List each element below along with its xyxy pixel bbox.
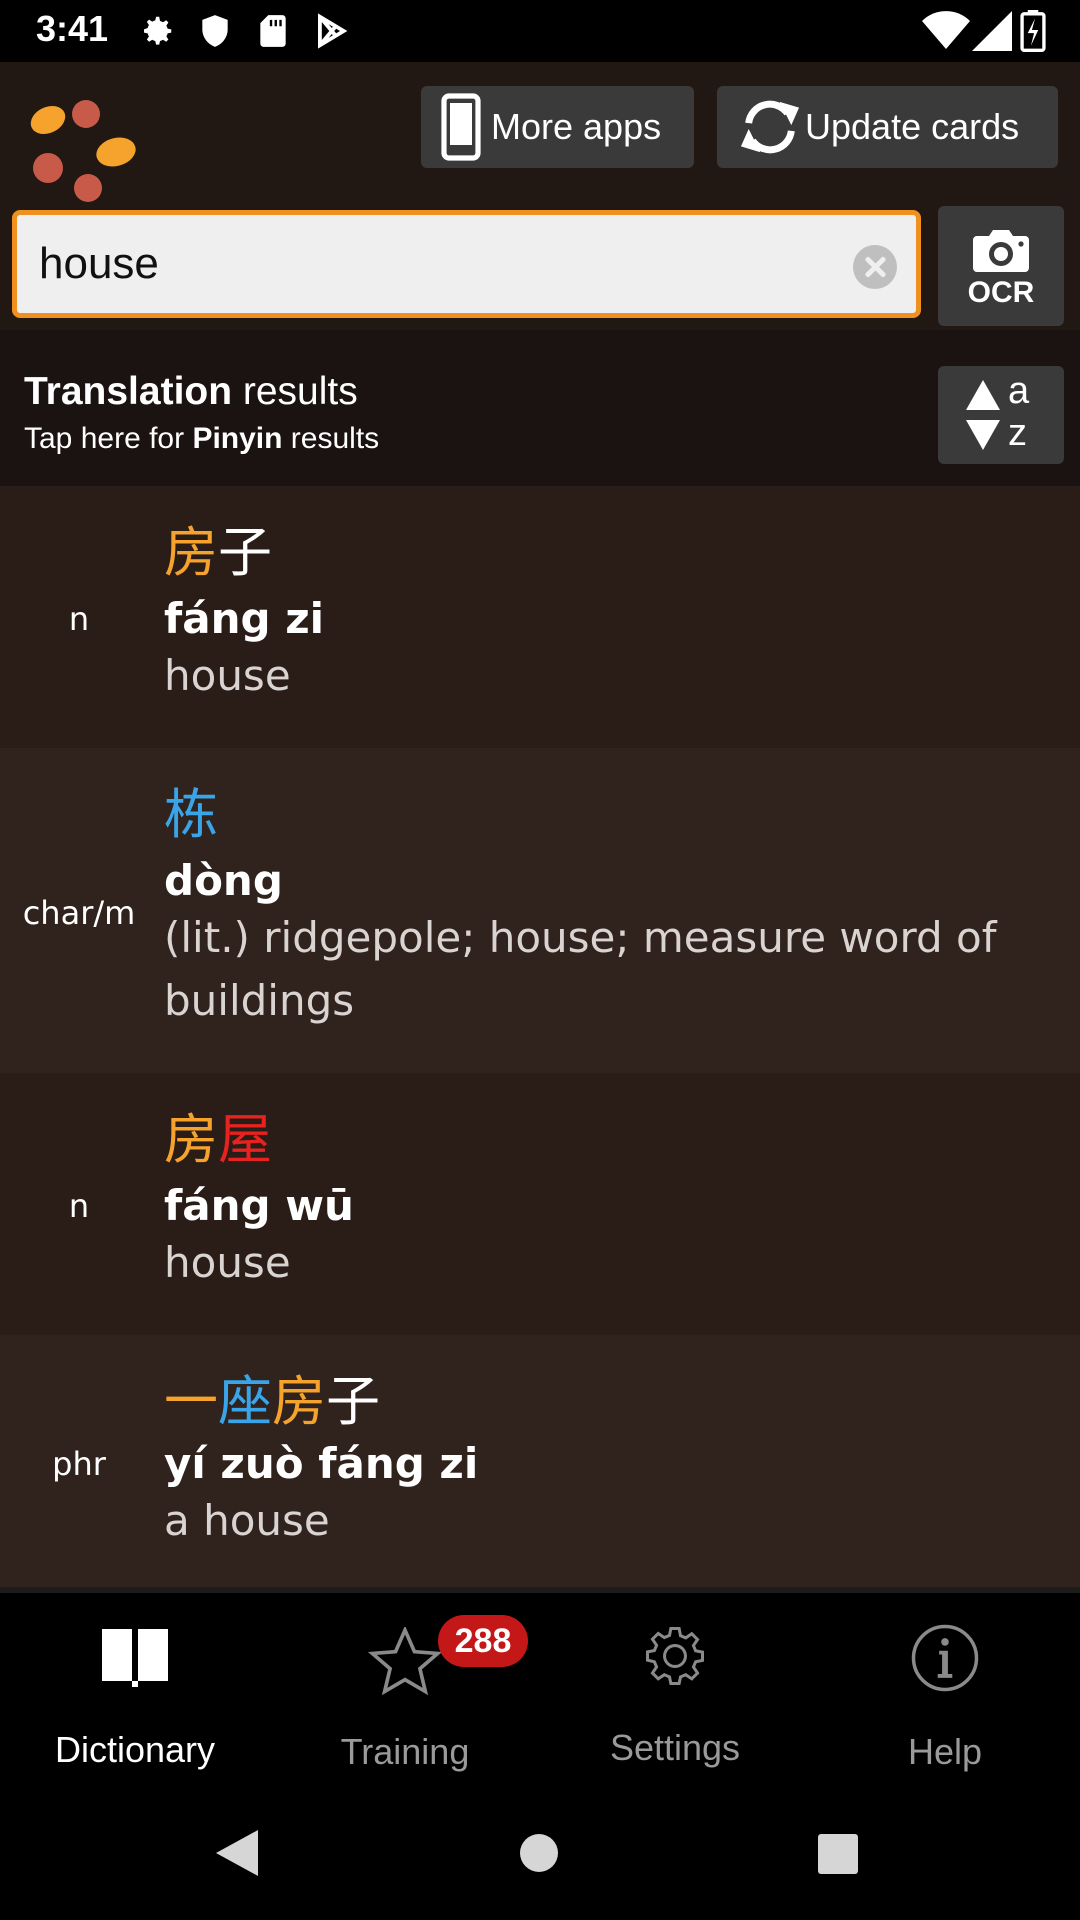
part-of-speech: n [68, 600, 90, 638]
system-navigation-bar [0, 1790, 1080, 1920]
sort-z-label: z [1008, 412, 1027, 454]
sort-button[interactable]: a z [938, 366, 1064, 464]
status-time: 3:41 [36, 8, 109, 49]
back-icon[interactable] [216, 1830, 258, 1876]
hanzi-char: 房 [272, 1370, 326, 1433]
camera-icon [973, 230, 1029, 272]
more-apps-label: More apps [491, 106, 662, 147]
hanzi-char: 屋 [218, 1108, 272, 1171]
signal-icon [972, 11, 1012, 51]
part-of-speech: char/m [22, 894, 136, 932]
nav-help-label: Help [907, 1731, 983, 1772]
results-title: Translation results [24, 370, 358, 413]
chinese-characters: 一座房子 [164, 1375, 380, 1429]
nav-dictionary[interactable]: Dictionary [0, 1593, 270, 1793]
meaning: house [164, 1238, 291, 1287]
part-of-speech: n [68, 1187, 90, 1225]
book-icon [102, 1629, 168, 1687]
wifi-icon [922, 11, 970, 50]
hanzi-char: 栋 [164, 783, 218, 846]
settings-icon [144, 16, 172, 45]
nav-dictionary-label: Dictionary [54, 1729, 216, 1770]
pinyin: yí zuò fáng zi [164, 1439, 479, 1488]
pinyin: dòng [164, 856, 283, 905]
battery-icon [1020, 10, 1046, 52]
star-icon [368, 1627, 442, 1696]
ocr-label: OCR [967, 276, 1035, 309]
meaning: a house [164, 1496, 330, 1545]
results-header[interactable]: Translation results Tap here for Pinyin … [0, 330, 1080, 486]
nav-help[interactable]: Help [810, 1593, 1080, 1793]
hanzi-char: 房 [164, 521, 218, 584]
recents-icon[interactable] [818, 1834, 858, 1874]
status-bar: 3:41 [0, 0, 1080, 62]
chinese-characters: 房屋 [164, 1113, 272, 1167]
hanzi-char: 座 [218, 1370, 272, 1433]
part-of-speech: phr [52, 1445, 106, 1483]
sd-card-icon [260, 15, 286, 47]
sort-arrows-icon [966, 380, 1000, 450]
bottom-navigation: Dictionary Training 288 Settings Help [0, 1587, 1080, 1790]
meaning: (lit.) ridgepole; house; measure word of… [164, 913, 997, 1025]
hanzi-char: 房 [164, 1108, 218, 1171]
hanzi-char: 子 [326, 1370, 380, 1433]
home-icon[interactable] [520, 1834, 558, 1872]
hanzi-char: 子 [218, 521, 272, 584]
nav-training-label: Training [340, 1731, 470, 1772]
sort-a-label: a [1008, 370, 1030, 412]
search-box [12, 210, 921, 318]
pinyin-results-link[interactable]: Tap here for Pinyin results [24, 422, 379, 456]
hanzi-char: 一 [164, 1370, 218, 1433]
result-entry[interactable]: n 房屋 fáng wū house [0, 1073, 1080, 1335]
result-entry[interactable]: n 房子 fáng zi house [0, 486, 1080, 748]
app-header: More apps Update cards OCR [0, 62, 1080, 330]
update-cards-button[interactable]: Update cards [717, 86, 1058, 168]
pinyin: fáng wū [164, 1181, 354, 1230]
chinese-characters: 栋 [164, 788, 218, 842]
pinyin: fáng zi [164, 594, 325, 643]
info-icon [911, 1624, 979, 1692]
nav-settings-label: Settings [609, 1727, 741, 1768]
app-logo [30, 100, 136, 202]
training-count-badge: 288 [438, 1615, 528, 1667]
meaning: house [164, 651, 291, 700]
play-store-icon [318, 13, 348, 49]
ocr-button[interactable]: OCR [938, 206, 1064, 326]
search-input[interactable] [39, 229, 839, 299]
result-entry[interactable]: phr 一座房子 yí zuò fáng zi a house [0, 1335, 1080, 1587]
update-cards-label: Update cards [805, 106, 1020, 147]
phone-icon [441, 93, 481, 161]
clear-search-icon[interactable] [853, 245, 897, 289]
nav-settings[interactable]: Settings [540, 1593, 810, 1793]
result-entry[interactable]: char/m 栋 dòng (lit.) ridgepole; house; m… [0, 748, 1080, 1073]
sync-icon [740, 100, 800, 154]
gear-icon [645, 1626, 705, 1686]
chinese-characters: 房子 [164, 526, 272, 580]
more-apps-button[interactable]: More apps [421, 86, 694, 168]
shield-icon [202, 15, 228, 47]
